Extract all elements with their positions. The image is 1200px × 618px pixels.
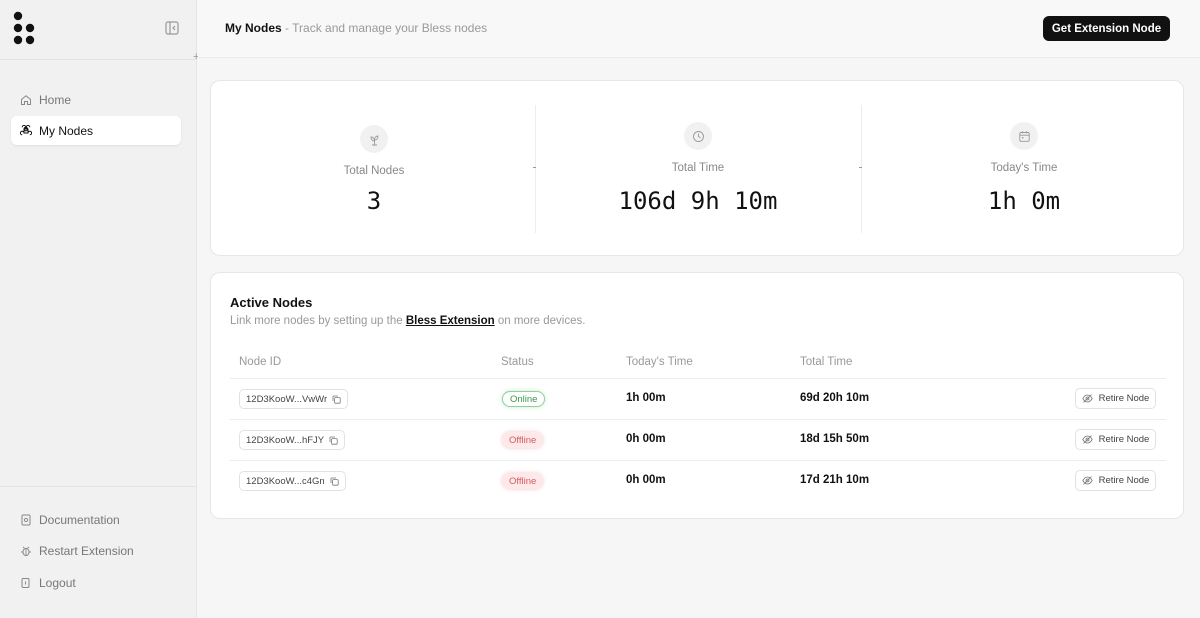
todays-time-cell: 0h 00m (626, 474, 666, 486)
clock-icon (692, 130, 704, 142)
sidebar-collapse-icon[interactable] (164, 20, 180, 36)
bug-icon (21, 546, 31, 557)
copy-icon[interactable] (329, 436, 338, 445)
page-title: My Nodes - Track and manage your Bless n… (225, 21, 487, 35)
stat-label: Total Nodes (343, 165, 405, 177)
sidebar-item-my-nodes[interactable]: My Nodes (11, 116, 181, 145)
todays-time-cell: 0h 00m (626, 433, 666, 445)
node-id-chip[interactable]: 12D3KooW...hFJY (239, 430, 346, 450)
active-nodes-subtitle: Link more nodes by setting up the Bless … (230, 315, 585, 327)
column-header-todays-time: Today's Time (626, 356, 693, 368)
stat-icon (684, 122, 712, 150)
active-nodes-title: Active Nodes (230, 295, 313, 310)
logout-icon (21, 578, 30, 588)
total-time-cell: 18d 15h 50m (800, 433, 870, 445)
retire-node-button[interactable]: Retire Node (1075, 429, 1156, 450)
sidebar-item-logout[interactable]: Logout (11, 570, 181, 596)
sidebar-item-label: Home (39, 92, 72, 107)
stat-total-nodes: Total Nodes 3 (211, 81, 537, 257)
retire-node-label: Retire Node (1098, 475, 1150, 486)
eye-off-icon (1081, 394, 1093, 403)
calendar-icon (1018, 130, 1030, 142)
total-time-cell: 17d 21h 10m (800, 474, 870, 486)
column-header-node-id: Node ID (239, 356, 282, 368)
sidebar-item-label: Logout (39, 576, 76, 590)
retire-node-label: Retire Node (1098, 393, 1150, 404)
home-icon (21, 94, 31, 105)
table-row: 12D3KooW...c4Gn Offline 0h 00m 17d 21h 1… (230, 461, 1166, 501)
stat-icon (1010, 122, 1038, 150)
subtitle-text: on more devices. (494, 315, 586, 327)
sidebar-item-label: My Nodes (39, 123, 94, 138)
stat-todays-time: Today's Time 1h 0m (861, 81, 1187, 257)
sidebar-divider (0, 59, 196, 60)
subtitle-text: Link more nodes by setting up the (230, 315, 406, 327)
sidebar-item-label: Documentation (39, 513, 120, 527)
column-header-status: Status (501, 356, 534, 368)
status-badge: Online (502, 391, 546, 407)
sidebar-item-label: Restart Extension (39, 544, 134, 558)
copy-icon[interactable] (332, 395, 341, 404)
stat-value: 1h 0m (987, 187, 1061, 215)
bless-logo-icon[interactable] (13, 11, 37, 45)
get-extension-node-button[interactable]: Get Extension Node (1043, 16, 1170, 41)
table-row: 12D3KooW...hFJY Offline 0h 00m 18d 15h 5… (230, 420, 1166, 460)
stat-label: Total Time (671, 162, 725, 174)
total-time-cell: 69d 20h 10m (800, 392, 870, 404)
node-id: 12D3KooW...hFJY (246, 434, 325, 446)
node-id-chip[interactable]: 12D3KooW...c4Gn (239, 471, 346, 491)
top-bar: My Nodes - Track and manage your Bless n… (198, 0, 1200, 58)
stat-label: Today's Time (990, 162, 1058, 174)
stat-value: 3 (366, 187, 382, 215)
status-badge: Offline (502, 473, 544, 489)
sidebar-item-documentation[interactable]: Documentation (11, 507, 181, 533)
sidebar-divider (0, 486, 196, 487)
retire-node-label: Retire Node (1098, 434, 1150, 445)
stats-card: Total Nodes 3 Total Time 106d 9h 10m Tod… (210, 80, 1184, 256)
eye-off-icon (1081, 435, 1093, 444)
stat-icon (360, 125, 388, 153)
eye-off-icon (1081, 476, 1093, 485)
active-nodes-card: Active Nodes Link more nodes by setting … (210, 272, 1184, 519)
node-id-chip[interactable]: 12D3KooW...VwWr (239, 389, 349, 409)
retire-node-button[interactable]: Retire Node (1075, 470, 1156, 491)
table-row: 12D3KooW...VwWr Online 1h 00m 69d 20h 10… (230, 379, 1166, 419)
stat-value: 106d 9h 10m (618, 187, 778, 215)
bless-extension-link[interactable]: Bless Extension (406, 315, 495, 327)
todays-time-cell: 1h 00m (626, 392, 666, 404)
copy-icon[interactable] (330, 477, 339, 486)
sidebar: Home My Nodes Documentation Restart Exte… (0, 0, 197, 618)
node-id: 12D3KooW...c4Gn (246, 475, 325, 487)
sidebar-item-restart-extension[interactable]: Restart Extension (11, 538, 181, 564)
sidebar-item-home[interactable]: Home (11, 85, 181, 114)
node-id: 12D3KooW...VwWr (246, 393, 328, 405)
stat-total-time: Total Time 106d 9h 10m (535, 81, 861, 257)
retire-node-button[interactable]: Retire Node (1075, 388, 1156, 409)
status-badge: Offline (502, 432, 544, 448)
page-description: - Track and manage your Bless nodes (281, 21, 488, 35)
page-title-text: My Nodes (225, 21, 282, 35)
column-header-total-time: Total Time (800, 356, 853, 368)
sprout-icon (370, 135, 378, 145)
command-icon (20, 124, 32, 135)
document-icon (21, 514, 31, 526)
